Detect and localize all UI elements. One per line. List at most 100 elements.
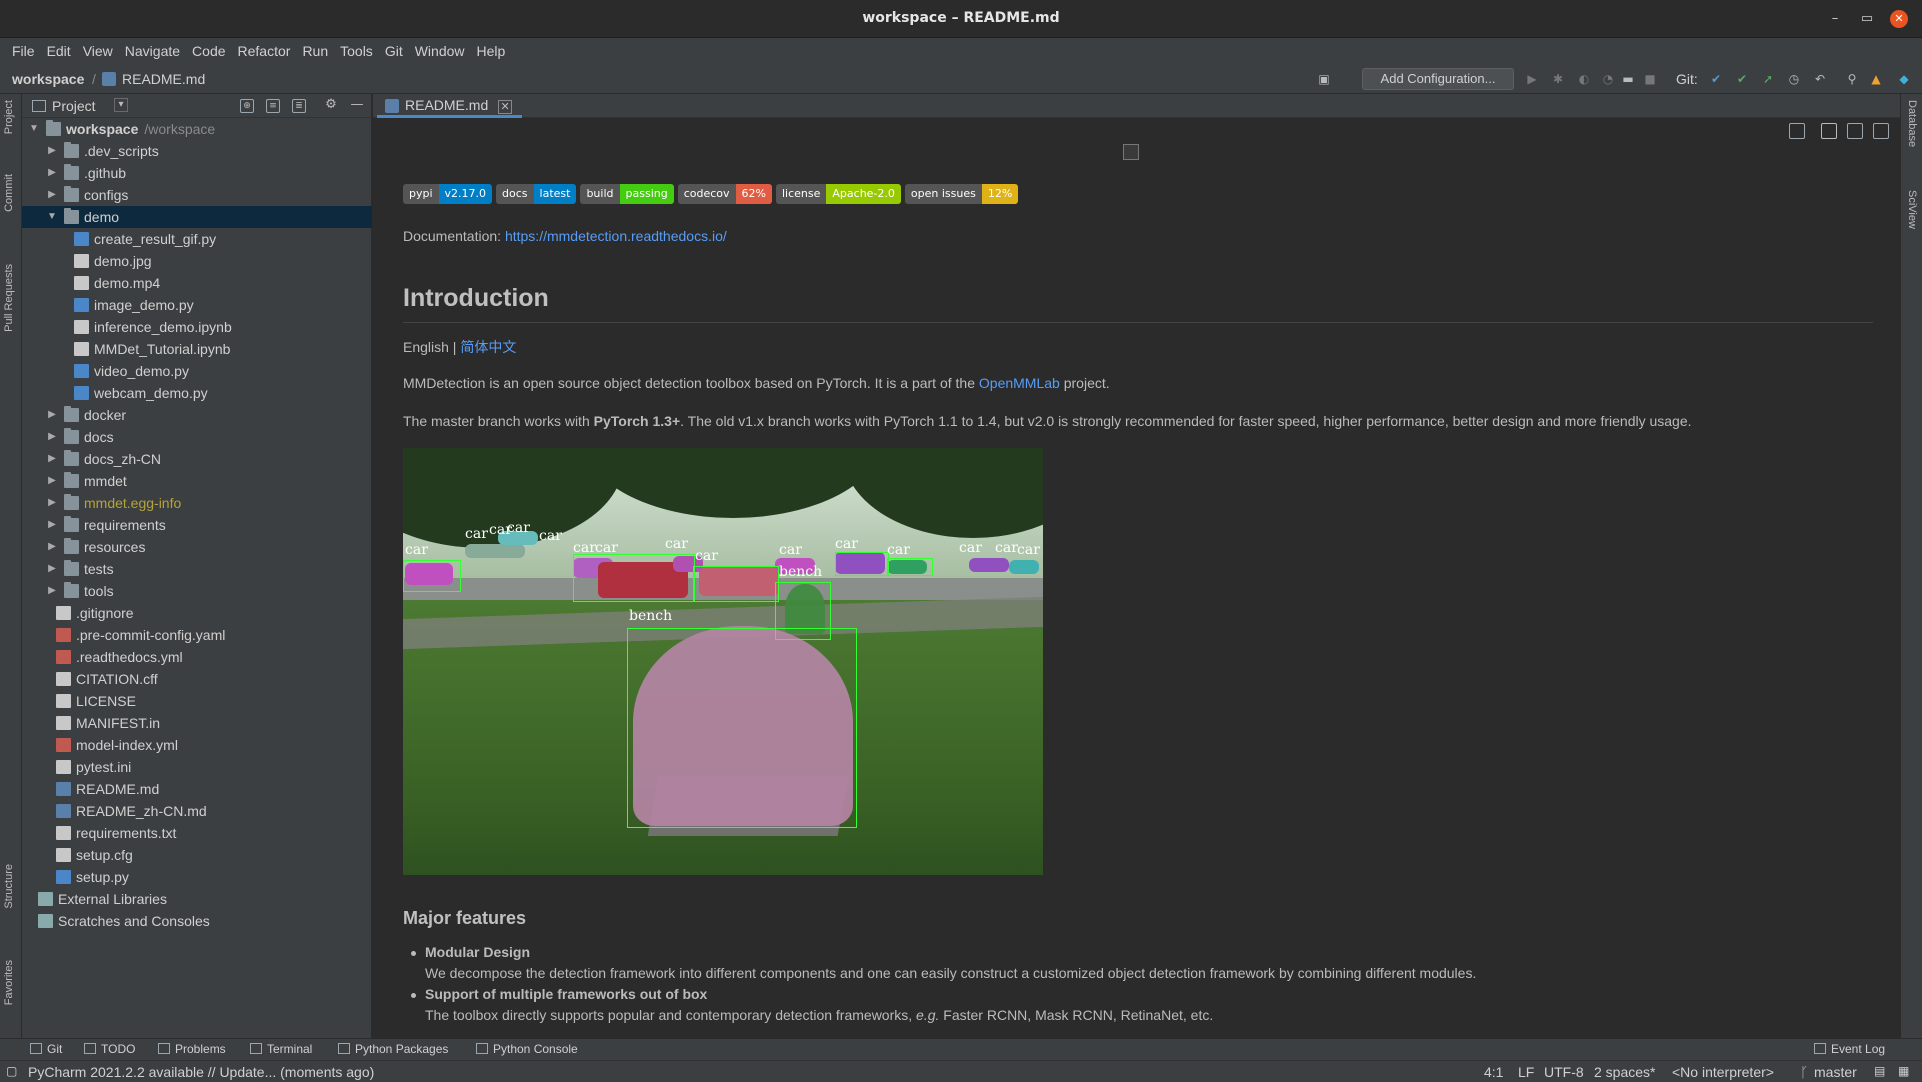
database-tool-tab[interactable]: Database: [1906, 100, 1918, 147]
structure-tool-tab[interactable]: Structure: [3, 864, 15, 909]
debug-icon[interactable]: ✱: [1550, 71, 1566, 87]
chevron-right-icon[interactable]: ▶: [46, 448, 58, 470]
badge[interactable]: codecov 62%: [677, 184, 772, 204]
tree-item[interactable]: ▶ docker: [22, 404, 372, 426]
chevron-right-icon[interactable]: ▶: [46, 184, 58, 206]
lock-icon[interactable]: ▤: [1874, 1064, 1885, 1078]
coverage-icon[interactable]: ◐: [1576, 71, 1592, 87]
tree-item[interactable]: ▶ docs_zh-CN: [22, 448, 372, 470]
menu-view[interactable]: View: [77, 43, 119, 59]
commit-tool-tab[interactable]: Commit: [3, 174, 15, 212]
chevron-down-icon[interactable]: ▾: [114, 98, 128, 112]
memory-indicator-icon[interactable]: ▦: [1898, 1064, 1909, 1078]
tree-item[interactable]: ▼ demo: [22, 206, 372, 228]
search-icon[interactable]: ⚲: [1844, 71, 1860, 87]
line-separator[interactable]: LF: [1518, 1064, 1534, 1080]
tree-item[interactable]: External Libraries: [22, 888, 372, 910]
tree-item[interactable]: ▶ mmdet.egg-info: [22, 492, 372, 514]
caret-position[interactable]: 4:1: [1484, 1064, 1503, 1080]
badge[interactable]: pypi v2.17.0: [403, 184, 493, 204]
gear-icon[interactable]: ⚙: [324, 98, 338, 113]
editor-and-preview-icon[interactable]: [1821, 123, 1837, 139]
add-configuration-button[interactable]: Add Configuration...: [1362, 68, 1514, 90]
stop-icon[interactable]: ■: [1642, 71, 1658, 87]
tree-item[interactable]: webcam_demo.py: [22, 382, 372, 404]
chevron-right-icon[interactable]: ▶: [46, 140, 58, 162]
tree-item[interactable]: ▶ tests: [22, 558, 372, 580]
tree-item[interactable]: demo.jpg: [22, 250, 372, 272]
tree-item[interactable]: ▶ mmdet: [22, 470, 372, 492]
expand-all-icon[interactable]: ≡: [266, 99, 280, 113]
tree-item[interactable]: model-index.yml: [22, 734, 372, 756]
editor-tab-readme[interactable]: README.md ✕: [377, 94, 523, 118]
preview-only-icon[interactable]: [1847, 123, 1863, 139]
terminal-tool-button[interactable]: Terminal: [250, 1042, 312, 1056]
dropdown-icon[interactable]: ▬: [1620, 71, 1636, 87]
badge[interactable]: build passing: [580, 184, 674, 204]
badge[interactable]: docs latest: [496, 184, 577, 204]
menu-git[interactable]: Git: [379, 43, 409, 59]
todo-tool-button[interactable]: TODO: [84, 1042, 135, 1056]
tree-item[interactable]: ▶ docs: [22, 426, 372, 448]
menu-tools[interactable]: Tools: [334, 43, 379, 59]
tree-item[interactable]: ▶ resources: [22, 536, 372, 558]
favorites-tool-tab[interactable]: Favorites: [3, 960, 15, 1005]
git-push-icon[interactable]: ➚: [1760, 71, 1776, 87]
chevron-down-icon[interactable]: ▼: [28, 118, 40, 140]
tree-item[interactable]: ▶ requirements: [22, 514, 372, 536]
pull-requests-tool-tab[interactable]: Pull Requests: [3, 264, 15, 332]
tree-item[interactable]: ▶ configs: [22, 184, 372, 206]
chevron-right-icon[interactable]: ▶: [46, 426, 58, 448]
preview-image-icon[interactable]: [1873, 123, 1889, 139]
rollback-icon[interactable]: ↶: [1812, 71, 1828, 87]
tree-item[interactable]: ▼ workspace/workspace: [22, 118, 372, 140]
tree-item[interactable]: README.md: [22, 778, 372, 800]
tree-item[interactable]: image_demo.py: [22, 294, 372, 316]
run-icon[interactable]: ▶: [1524, 71, 1540, 87]
tree-item[interactable]: demo.mp4: [22, 272, 372, 294]
tree-item[interactable]: CITATION.cff: [22, 668, 372, 690]
chevron-right-icon[interactable]: ▶: [46, 492, 58, 514]
menu-code[interactable]: Code: [186, 43, 231, 59]
chevron-right-icon[interactable]: ▶: [46, 580, 58, 602]
tree-item[interactable]: create_result_gif.py: [22, 228, 372, 250]
menu-run[interactable]: Run: [296, 43, 334, 59]
tree-item[interactable]: MMDet_Tutorial.ipynb: [22, 338, 372, 360]
breadcrumb-file[interactable]: README.md: [122, 71, 205, 87]
file-encoding[interactable]: UTF-8: [1544, 1064, 1584, 1080]
chevron-right-icon[interactable]: ▶: [46, 470, 58, 492]
project-tool-tab[interactable]: Project: [3, 100, 15, 134]
minimize-button[interactable]: –: [1826, 10, 1844, 28]
editor-only-icon[interactable]: [1789, 123, 1805, 139]
chevron-down-icon[interactable]: ▼: [46, 206, 58, 228]
git-tool-button[interactable]: Git: [30, 1042, 62, 1056]
chevron-right-icon[interactable]: ▶: [46, 558, 58, 580]
close-button[interactable]: ✕: [1890, 10, 1908, 28]
menu-window[interactable]: Window: [409, 43, 471, 59]
sciview-tool-tab[interactable]: SciView: [1906, 190, 1918, 229]
git-update-icon[interactable]: ✔: [1708, 71, 1724, 87]
tree-item[interactable]: .pre-commit-config.yaml: [22, 624, 372, 646]
user-icon[interactable]: ▣: [1316, 71, 1332, 87]
status-toggle-icon[interactable]: ▢: [6, 1064, 17, 1078]
tree-item[interactable]: .gitignore: [22, 602, 372, 624]
profile-icon[interactable]: ◔: [1600, 71, 1616, 87]
tree-item[interactable]: README_zh-CN.md: [22, 800, 372, 822]
language-chinese-link[interactable]: 简体中文: [460, 339, 516, 355]
menu-edit[interactable]: Edit: [41, 43, 77, 59]
history-icon[interactable]: ◷: [1786, 71, 1802, 87]
menu-refactor[interactable]: Refactor: [232, 43, 297, 59]
collapse-all-icon[interactable]: ≣: [292, 99, 306, 113]
badge[interactable]: license Apache-2.0: [776, 184, 901, 204]
tree-item[interactable]: ▶ .github: [22, 162, 372, 184]
python-packages-tool-button[interactable]: Python Packages: [338, 1042, 448, 1056]
hide-icon[interactable]: —: [350, 98, 364, 113]
ide-update-icon[interactable]: ▲: [1868, 71, 1884, 87]
chevron-right-icon[interactable]: ▶: [46, 514, 58, 536]
tree-item[interactable]: LICENSE: [22, 690, 372, 712]
menu-help[interactable]: Help: [471, 43, 512, 59]
tree-item[interactable]: Scratches and Consoles: [22, 910, 372, 932]
tree-item[interactable]: ▶ tools: [22, 580, 372, 602]
tree-item[interactable]: .readthedocs.yml: [22, 646, 372, 668]
menu-file[interactable]: File: [6, 43, 41, 59]
